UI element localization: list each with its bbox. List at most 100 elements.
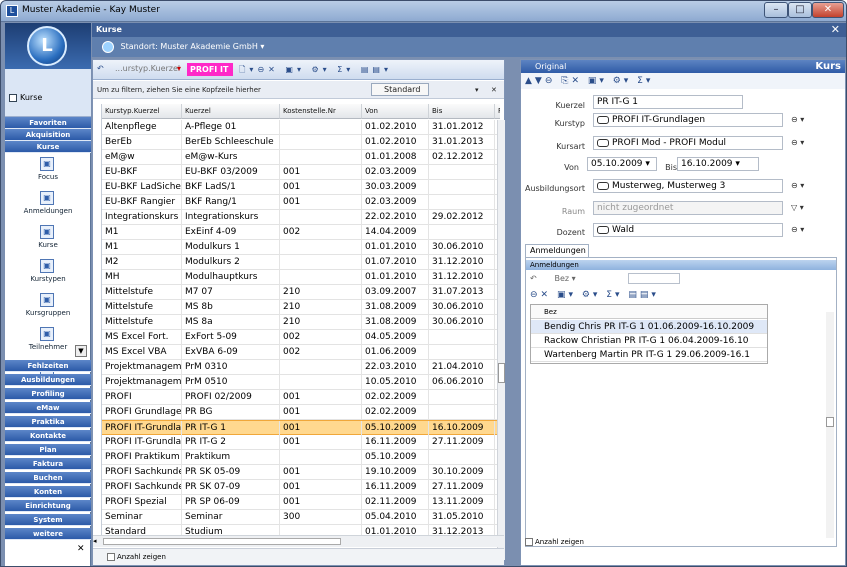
column-header-bez[interactable]: Bez [531, 305, 767, 319]
nav-item-label[interactable]: Kurstypen [5, 275, 91, 283]
table-row[interactable]: PROFI GrundlagenPR BG00102.02.2009f [102, 405, 500, 420]
table-row[interactable]: EU-BKFEU-BKF 03/200900102.03.2009f [102, 165, 500, 180]
table-row[interactable]: PROFI IT-Grundla PR IT-G 1 001 05.10.2009 16… [102, 420, 500, 436]
view-standard-button[interactable]: Standard [371, 83, 429, 96]
chevron-down-icon[interactable]: ▾ [475, 81, 479, 99]
chevron-down-icon[interactable]: ▾ [735, 159, 740, 169]
nav-item-icon[interactable]: ▣ [40, 191, 54, 205]
anmeldungen-filter-input[interactable] [628, 273, 680, 284]
count-checkbox[interactable] [525, 538, 533, 546]
nav-item-icon[interactable]: ▣ [40, 293, 54, 307]
count-checkbox[interactable] [107, 553, 115, 561]
table-row[interactable]: SeminarSeminar30005.04.201031.05.2010f [102, 510, 500, 525]
table-row[interactable]: Projektmanageme PrM 0510 10.05.2010 06.06.2… [102, 375, 500, 390]
table-row[interactable]: M1ExEinf 4-0900214.04.2009f [102, 225, 500, 240]
list-item[interactable]: Wartenberg Martin PR IT-G 1 29.06.2009-1… [531, 348, 767, 362]
nav-group-bottom-12[interactable]: weitere [5, 528, 91, 540]
table-row[interactable]: Altenpflege A-Pflege 01 01.02.2010 31.01.20… [102, 120, 500, 135]
table-row[interactable]: M2Modulkurs 201.07.201031.12.2010f [102, 255, 500, 270]
table-row[interactable]: PROFI IT-Grundla PR IT-G 2 001 16.11.2009 27… [102, 435, 500, 450]
tab-anmeldungen[interactable]: Anmeldungen [525, 244, 589, 257]
nav-group-bottom-6[interactable]: Plan [5, 444, 91, 456]
table-row[interactable]: eM@weM@w-Kurs01.01.200802.12.2012f [102, 150, 500, 165]
close-icon[interactable]: ✕ [77, 544, 85, 554]
nav-item-icon[interactable]: ▣ [40, 157, 54, 171]
column-header[interactable]: Kostenstelle.Nr [280, 104, 362, 119]
nav-group-bottom-2[interactable]: Profiling [5, 388, 91, 400]
close-icon[interactable]: ✕ [831, 23, 840, 37]
nav-group-bottom-7[interactable]: Faktura [5, 458, 91, 470]
nav-group-bottom-0[interactable]: Fehlzeiten [5, 360, 91, 372]
undo-filter-icon[interactable]: ↶ [530, 274, 537, 283]
field-value[interactable]: Wald [593, 223, 783, 237]
nav-group-2[interactable]: Kurse [5, 141, 91, 153]
field-value[interactable]: PR IT-G 1 [593, 95, 743, 109]
table-row[interactable]: MittelstufeMS 8b21031.08.200930.06.2010f [102, 300, 500, 315]
scroll-thumb[interactable] [826, 417, 834, 427]
minimize-button[interactable]: – [764, 2, 788, 18]
close-button[interactable]: ✕ [812, 2, 844, 18]
table-row[interactable]: PROFI Spezial PR SP 06-09 001 02.11.2009 13.… [102, 495, 500, 510]
vertical-scrollbar[interactable] [497, 120, 505, 560]
table-row[interactable]: MHModulhauptkurs01.01.201031.12.2010f [102, 270, 500, 285]
table-row[interactable]: M1Modulkurs 101.01.201030.06.2010f [102, 240, 500, 255]
nav-group-bottom-5[interactable]: Kontakte [5, 430, 91, 442]
nav-group-bottom-10[interactable]: Einrichtung [5, 500, 91, 512]
column-header[interactable]: Kuerzel [182, 104, 280, 119]
nav-item-label[interactable]: Kursgruppen [5, 309, 91, 317]
list-item[interactable]: Bendig Chris PR IT-G 1 01.06.2009-16.10.… [531, 320, 767, 334]
table-row[interactable]: MittelstufeM7 0721003.09.200731.07.2013f [102, 285, 500, 300]
field-action-button[interactable]: ⊖ ▾ [791, 223, 819, 237]
nav-group-bottom-9[interactable]: Konten [5, 486, 91, 498]
maximize-button[interactable]: □ [788, 2, 812, 18]
nav-group-1[interactable]: Akquisition [5, 129, 91, 141]
undo-filter-icon[interactable]: ↶ [97, 64, 104, 73]
field-action-button[interactable]: ▽ ▾ [791, 201, 819, 215]
horizontal-scrollbar[interactable]: ◂ [93, 535, 504, 547]
nav-item-label[interactable]: Anmeldungen [5, 207, 91, 215]
scroll-down-button[interactable]: ▼ [75, 345, 87, 357]
nav-group-0[interactable]: Favoriten [5, 117, 91, 129]
nav-item-icon[interactable]: ▣ [40, 327, 54, 341]
field-value[interactable]: PROFI IT-Grundlagen [593, 113, 783, 127]
nav-group-bottom-4[interactable]: Praktika [5, 416, 91, 428]
field-value[interactable]: 16.10.2009 ▾ [677, 157, 759, 171]
field-value[interactable]: Musterweg, Musterweg 3 [593, 179, 783, 193]
anmeldungen-toolbar[interactable]: ⊖✕ ▣▾ ⚙▾ Σ▾ ▤▤▾ [530, 290, 659, 300]
table-row[interactable]: MittelstufeMS 8a21031.08.200930.06.2010f [102, 315, 500, 330]
table-row[interactable]: MS Excel Fort.ExFort 5-0900204.05.2009f [102, 330, 500, 345]
table-row[interactable]: PROFI Sachkunde PR SK 05-09 001 19.10.2009 3… [102, 465, 500, 480]
scroll-thumb[interactable] [103, 538, 341, 545]
filter-input[interactable]: PROFI IT [187, 63, 233, 76]
detail-toolbar[interactable]: ▲▼⊖ ⎘✕ ▣▾ ⚙▾ Σ▾ [521, 73, 845, 89]
nav-item-label[interactable]: Focus [5, 173, 91, 181]
standort-bar[interactable]: Standort: Muster Akademie GmbH ▾ [92, 37, 846, 57]
field-value[interactable]: nicht zugeordnet [593, 201, 783, 215]
chevron-down-icon[interactable]: ▾ [260, 42, 264, 51]
vertical-scrollbar[interactable] [826, 312, 834, 538]
field-action-button[interactable]: ⊖ ▾ [791, 136, 819, 150]
table-row[interactable]: Integrationskurs Integrationskurs 22.02.20… [102, 210, 500, 225]
nav-item-icon[interactable]: ▣ [40, 259, 54, 273]
nav-item-icon[interactable]: ▣ [40, 225, 54, 239]
column-header[interactable]: Bis [429, 104, 495, 119]
column-header[interactable]: F [495, 104, 500, 119]
nav-group-bottom-1[interactable]: Ausbildungen [5, 374, 91, 386]
field-action-button[interactable]: ⊖ ▾ [791, 113, 819, 127]
table-row[interactable]: PROFI Sachkunde PR SK 07-09 001 16.11.2009 2… [102, 480, 500, 495]
table-row[interactable]: PROFI PraktikumPraktikum05.10.2009f [102, 450, 500, 465]
scroll-thumb[interactable] [498, 363, 505, 383]
toolbar-icons[interactable]: 🗋▾⊖✕ ▣▾ ⚙▾ Σ▾ ▤▤▾ [239, 64, 392, 78]
column-header[interactable]: Kurstyp.Kuerzel [102, 104, 182, 119]
nav-group-bottom-3[interactable]: eMaw [5, 402, 91, 414]
filter-field[interactable]: ...urstyp.Kuerzel [115, 64, 180, 73]
anmeldungen-filter[interactable]: ↶ Bez ▾ [530, 274, 576, 283]
nav-group-bottom-11[interactable]: System [5, 514, 91, 526]
column-header[interactable]: Von [362, 104, 429, 119]
field-action-button[interactable]: ⊖ ▾ [791, 179, 819, 193]
table-row[interactable]: EU-BKF LadSicherBKF LadS/100130.03.2009f [102, 180, 500, 195]
nav-item-label[interactable]: Kurse [5, 241, 91, 249]
table-row[interactable]: Projektmanageme PrM 0310 22.03.2010 21.04.2… [102, 360, 500, 375]
field-value[interactable]: PROFI Mod - PROFI Modul [593, 136, 783, 150]
table-row[interactable]: BerEb BerEb Schleeschule 01.02.2010 31.01.2… [102, 135, 500, 150]
